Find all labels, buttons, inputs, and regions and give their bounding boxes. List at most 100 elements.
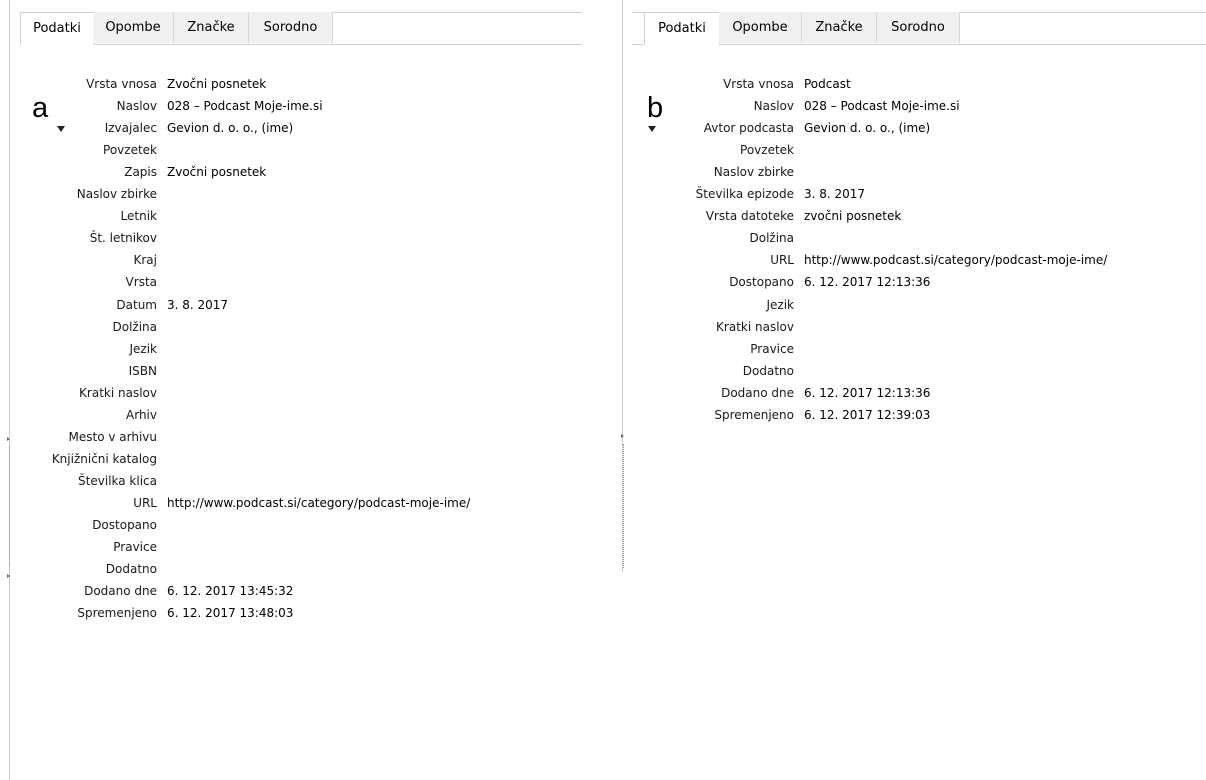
field-row: Naslov 028 – Podcast Moje-ime.si (0, 95, 567, 117)
field-value[interactable]: http://www.podcast.si/category/podcast-m… (167, 492, 470, 514)
field-row: Pravice (612, 338, 1194, 360)
field-row: Povzetek (612, 139, 1194, 161)
expand-creators-icon[interactable] (648, 126, 656, 133)
field-label: Vrsta datoteke (705, 209, 794, 224)
field-row: Vrsta datoteke zvočni posnetek (612, 205, 1194, 227)
field-value[interactable]: http://www.podcast.si/category/podcast-m… (804, 249, 1107, 271)
tab-znacke[interactable]: Značke (174, 12, 249, 43)
field-value[interactable]: Zvočni posnetek (167, 161, 266, 183)
field-label: Pravice (750, 341, 794, 356)
field-row: Arhiv (0, 404, 567, 426)
tab-znacke[interactable]: Značke (802, 12, 877, 43)
field-row: Kraj (0, 249, 567, 271)
field-label: Povzetek (740, 143, 794, 158)
field-label: Letnik (120, 209, 157, 224)
item-pane-a: Podatki Opombe Značke Sorodno a Vrsta vn… (0, 0, 581, 780)
field-row: Naslov zbirke (612, 161, 1194, 183)
field-row: Spremenjeno 6. 12. 2017 13:48:03 (0, 602, 567, 624)
field-label: Izvajalec (104, 121, 157, 136)
field-value[interactable]: 028 – Podcast Moje-ime.si (804, 95, 960, 117)
field-label: Arhiv (126, 407, 157, 422)
tab-opombe[interactable]: Opombe (719, 12, 802, 43)
field-label: Jezik (766, 297, 794, 312)
field-row: Jezik (612, 294, 1194, 316)
field-value[interactable]: Gevion d. o. o., (ime) (167, 117, 293, 139)
field-label: Dodatno (742, 363, 794, 378)
field-row: Kratki naslov (0, 382, 567, 404)
splitter-grip-icon[interactable] (621, 434, 625, 438)
field-row: Dolžina (612, 227, 1194, 249)
field-label: Spremenjeno (77, 606, 157, 621)
field-row: Dostopano (0, 514, 567, 536)
field-row: Dostopano 6. 12. 2017 12:13:36 (612, 271, 1194, 293)
field-value[interactable]: 6. 12. 2017 12:13:36 (804, 382, 930, 404)
field-label: Mesto v arhivu (68, 429, 158, 444)
field-row: Vrsta vnosa Podcast (612, 73, 1194, 95)
field-label: Kratki naslov (79, 385, 157, 400)
field-label: Zapis (124, 165, 157, 180)
field-value[interactable]: Gevion d. o. o., (ime) (804, 117, 930, 139)
field-row: Dolžina (0, 316, 567, 338)
field-row: Št. letnikov (0, 227, 567, 249)
field-label: Dolžina (749, 231, 794, 246)
field-label: Vrsta (125, 275, 157, 290)
field-row: ISBN (0, 360, 567, 382)
field-label: URL (770, 253, 794, 268)
field-value[interactable]: Zvočni posnetek (167, 73, 266, 95)
field-label: Dodano dne (84, 584, 157, 599)
field-label: Pravice (113, 540, 157, 555)
field-value[interactable]: 6. 12. 2017 13:45:32 (167, 580, 293, 602)
field-label: Kraj (133, 253, 158, 268)
field-row: Vrsta vnosa Zvočni posnetek (0, 73, 567, 95)
field-label: ISBN (128, 363, 157, 378)
field-row: Naslov 028 – Podcast Moje-ime.si (612, 95, 1194, 117)
tab-sorodno[interactable]: Sorodno (249, 12, 333, 43)
field-label: Datum (116, 297, 157, 312)
field-label: Dodatno (105, 562, 157, 577)
field-row: Dodatno (612, 360, 1194, 382)
field-value[interactable]: Podcast (804, 73, 851, 95)
field-row: Številka epizode 3. 8. 2017 (612, 183, 1194, 205)
field-value[interactable]: 6. 12. 2017 12:39:03 (804, 404, 930, 426)
field-row: Kratki naslov (612, 316, 1194, 338)
field-label: Št. letnikov (89, 231, 157, 246)
field-label: Vrsta vnosa (86, 77, 157, 91)
field-row: Naslov zbirke (0, 183, 567, 205)
splitter-handle[interactable] (623, 444, 625, 568)
field-value[interactable]: 6. 12. 2017 12:13:36 (804, 271, 930, 293)
field-row: Datum 3. 8. 2017 (0, 294, 567, 316)
tab-podatki[interactable]: Podatki (644, 12, 720, 45)
field-value[interactable]: 3. 8. 2017 (804, 183, 865, 205)
tab-sorodno[interactable]: Sorodno (877, 12, 960, 43)
field-label: Dostopano (729, 275, 794, 290)
tab-podatki[interactable]: Podatki (20, 12, 94, 45)
field-label: Številka epizode (695, 187, 794, 202)
field-row: Dodatno (0, 558, 567, 580)
field-row: Dodano dne 6. 12. 2017 12:13:36 (612, 382, 1194, 404)
expand-creators-icon[interactable] (57, 126, 65, 133)
field-row: Vrsta (0, 271, 567, 293)
field-row: Dodano dne 6. 12. 2017 13:45:32 (0, 580, 567, 602)
field-label: Dostopano (92, 518, 157, 532)
tab-opombe[interactable]: Opombe (93, 12, 174, 43)
tab-bar: Podatki Opombe Značke Sorodno (20, 12, 581, 45)
field-label: Avtor podcasta (703, 121, 794, 136)
item-pane-b: Podatki Opombe Značke Sorodno b Vrsta vn… (612, 0, 1206, 572)
field-row: Številka klica (0, 470, 567, 492)
field-value[interactable]: 028 – Podcast Moje-ime.si (167, 95, 323, 117)
tab-bar: Podatki Opombe Značke Sorodno (632, 12, 1206, 45)
field-row: Pravice (0, 536, 567, 558)
field-value[interactable]: 6. 12. 2017 13:48:03 (167, 602, 293, 624)
field-row: Letnik (0, 205, 567, 227)
field-label: Dodano dne (721, 385, 794, 400)
field-label: Številka klica (78, 473, 157, 488)
field-label: Naslov (753, 99, 794, 114)
field-label: Naslov zbirke (76, 187, 157, 202)
field-row: URL http://www.podcast.si/category/podcas… (0, 492, 567, 514)
field-label: Knjižnični katalog (51, 451, 157, 466)
field-value[interactable]: 3. 8. 2017 (167, 294, 228, 316)
field-row: Avtor podcasta Gevion d. o. o., (ime) (612, 117, 1194, 139)
field-label: Vrsta vnosa (723, 77, 794, 91)
field-value[interactable]: zvočni posnetek (804, 205, 901, 227)
field-label: Spremenjeno (714, 407, 794, 422)
